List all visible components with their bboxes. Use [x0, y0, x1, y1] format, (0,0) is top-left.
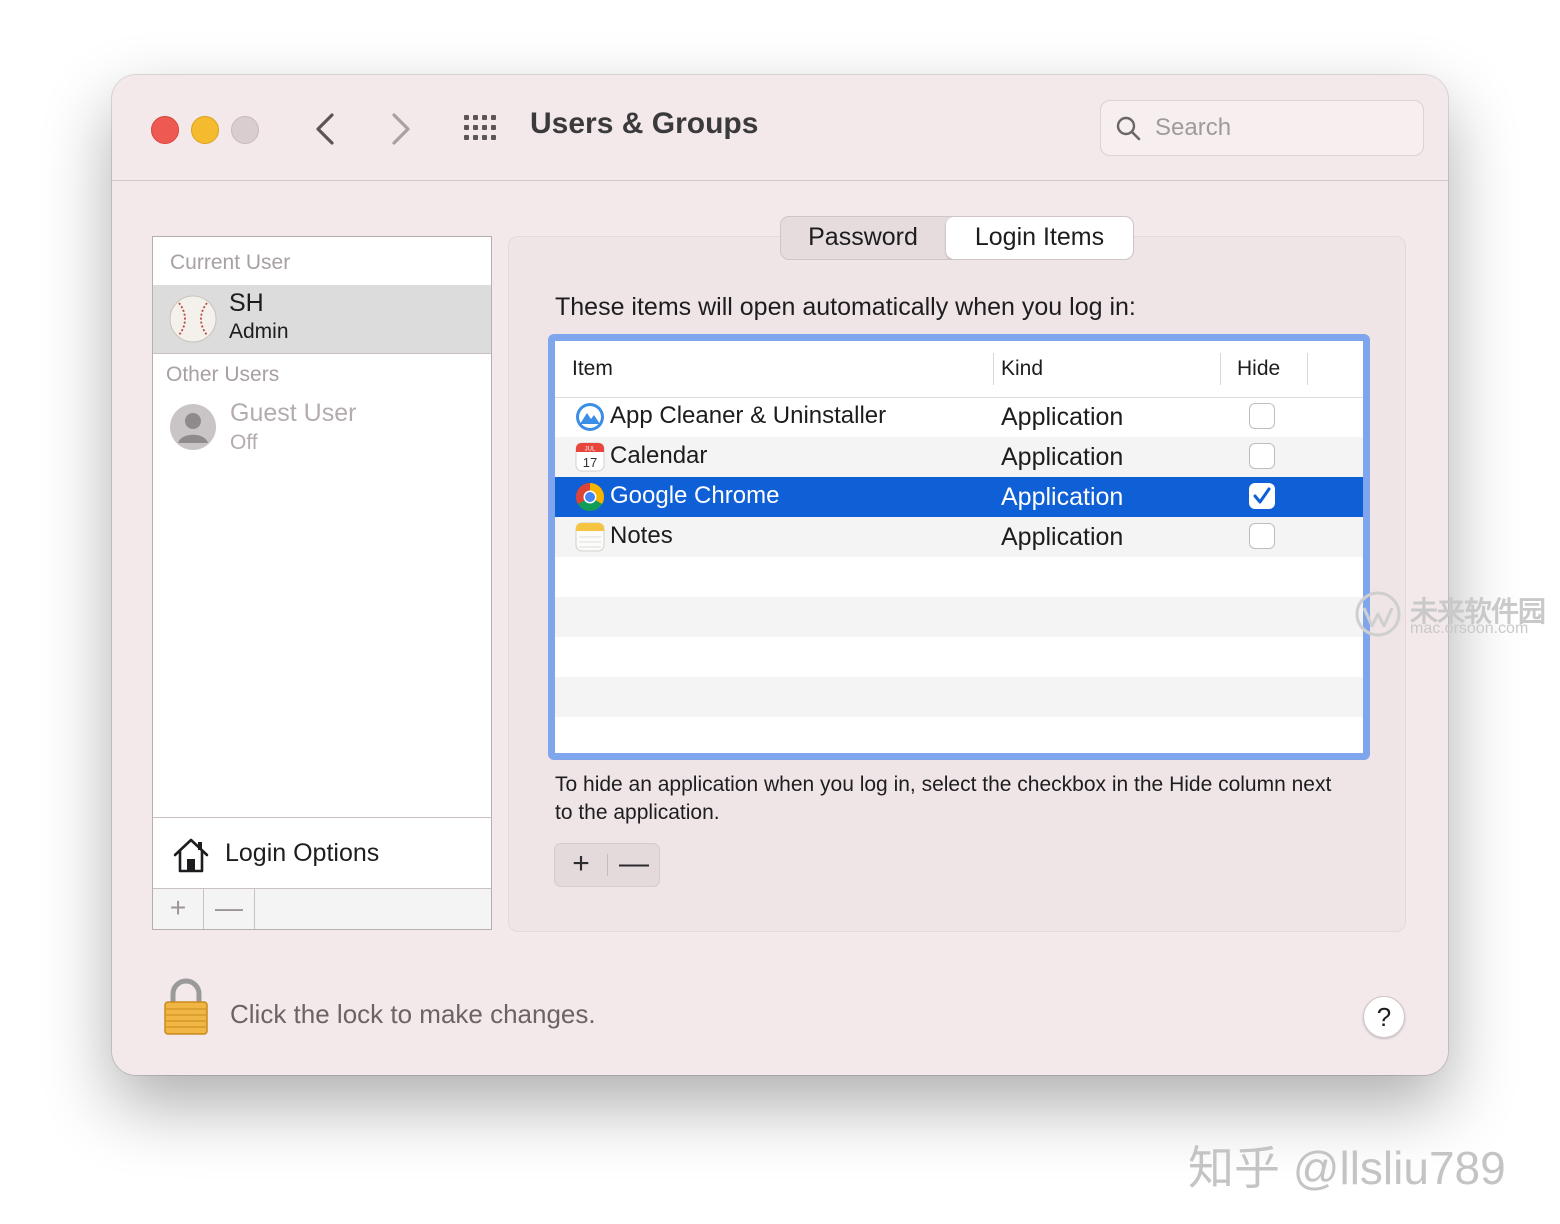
- user-silhouette-icon: [170, 404, 216, 450]
- column-header-item[interactable]: Item: [572, 357, 613, 381]
- item-kind: Application: [1001, 483, 1124, 511]
- calendar-icon: JUL 17: [575, 442, 605, 472]
- guest-user-name: Guest User: [230, 399, 357, 427]
- item-kind: Application: [1001, 403, 1124, 431]
- table-row[interactable]: Notes Application: [555, 517, 1363, 557]
- item-name: App Cleaner & Uninstaller: [610, 402, 887, 429]
- item-name: Notes: [610, 522, 673, 549]
- login-items-table[interactable]: Item Kind Hide App Cleaner & Uninstaller…: [555, 341, 1363, 753]
- svg-text:17: 17: [583, 455, 597, 470]
- svg-text:JUL: JUL: [585, 447, 596, 453]
- titlebar: Users & Groups Search: [112, 75, 1448, 181]
- show-all-button[interactable]: [462, 113, 502, 143]
- watermark-site-url: mac.orsoon.com: [1410, 620, 1529, 637]
- close-window-button[interactable]: [151, 116, 179, 144]
- baseball-avatar-icon: [169, 295, 217, 343]
- empty-row: [555, 677, 1363, 717]
- remove-user-button[interactable]: —: [204, 889, 255, 929]
- orsoon-watermark-logo-icon: [1355, 591, 1401, 637]
- empty-row: [555, 717, 1363, 753]
- current-user-role: Admin: [229, 320, 289, 343]
- chevron-right-icon: [392, 113, 410, 145]
- remove-login-item-button[interactable]: —: [608, 844, 660, 886]
- item-kind: Application: [1001, 523, 1124, 551]
- help-button[interactable]: ?: [1363, 996, 1405, 1038]
- add-login-item-button[interactable]: +: [555, 844, 607, 886]
- search-icon: [1116, 116, 1141, 141]
- table-row-selected[interactable]: Google Chrome Application: [555, 477, 1363, 517]
- grid-icon: [464, 115, 496, 140]
- table-row[interactable]: App Cleaner & Uninstaller Application: [555, 397, 1363, 437]
- house-icon: [173, 838, 209, 873]
- other-users-header: Other Users: [166, 363, 280, 386]
- item-name: Google Chrome: [610, 482, 780, 509]
- search-placeholder: Search: [1155, 114, 1232, 141]
- hide-checkbox-checked[interactable]: [1249, 483, 1275, 509]
- guest-user-status: Off: [230, 431, 258, 454]
- chrome-icon: [576, 483, 604, 511]
- search-field[interactable]: Search: [1100, 100, 1424, 156]
- column-header-kind[interactable]: Kind: [1001, 357, 1043, 381]
- hide-checkbox[interactable]: [1249, 403, 1275, 429]
- table-row[interactable]: JUL 17 Calendar Application: [555, 437, 1363, 477]
- add-user-button[interactable]: +: [153, 889, 204, 929]
- login-items-add-remove: + —: [554, 843, 660, 887]
- minimize-window-button[interactable]: [191, 116, 219, 144]
- hide-hint-text: To hide an application when you log in, …: [555, 773, 1332, 824]
- checkmark-icon: [1253, 487, 1271, 504]
- lock-icon[interactable]: [162, 978, 210, 1036]
- users-toolbar: + —: [153, 889, 491, 929]
- login-options-item[interactable]: Login Options: [153, 819, 491, 887]
- tab-control: Password Login Items: [780, 216, 1134, 260]
- tab-password[interactable]: Password: [781, 217, 945, 259]
- item-name: Calendar: [610, 442, 708, 469]
- current-user-name: SH: [229, 289, 264, 317]
- login-items-table-focus-ring: Item Kind Hide App Cleaner & Uninstaller…: [548, 334, 1370, 760]
- current-user-row[interactable]: SH Admin: [153, 285, 491, 353]
- forward-button[interactable]: [382, 109, 418, 149]
- app-cleaner-icon: [576, 403, 604, 431]
- item-kind: Application: [1001, 443, 1124, 471]
- empty-row: [555, 597, 1363, 637]
- column-separator: [1220, 353, 1221, 385]
- login-items-instruction: These items will open automatically when…: [555, 293, 1136, 321]
- hide-checkbox[interactable]: [1249, 443, 1275, 469]
- hide-checkbox[interactable]: [1249, 523, 1275, 549]
- empty-row: [555, 637, 1363, 677]
- login-options-label: Login Options: [225, 839, 380, 867]
- chevron-left-icon: [316, 113, 334, 145]
- column-header-hide[interactable]: Hide: [1237, 357, 1280, 381]
- zhihu-watermark: 知乎 @llsliu789: [1188, 1142, 1506, 1194]
- system-preferences-window: Users & Groups Search Current User SH Ad…: [112, 75, 1448, 1075]
- zoom-window-button[interactable]: [231, 116, 259, 144]
- column-separator: [993, 353, 994, 385]
- divider: [153, 817, 491, 818]
- table-header: Item Kind Hide: [555, 341, 1363, 398]
- back-button[interactable]: [308, 109, 344, 149]
- current-user-header: Current User: [170, 251, 291, 274]
- guest-user-row[interactable]: Guest User Off: [153, 395, 491, 461]
- column-separator: [1307, 353, 1308, 385]
- users-list: Current User SH Admin Other Users Guest …: [152, 236, 492, 930]
- notes-icon: [575, 522, 605, 552]
- tab-login-items[interactable]: Login Items: [946, 217, 1133, 259]
- divider: [153, 353, 491, 354]
- lock-message: Click the lock to make changes.: [230, 999, 596, 1029]
- window-title: Users & Groups: [530, 107, 759, 140]
- empty-row: [555, 557, 1363, 597]
